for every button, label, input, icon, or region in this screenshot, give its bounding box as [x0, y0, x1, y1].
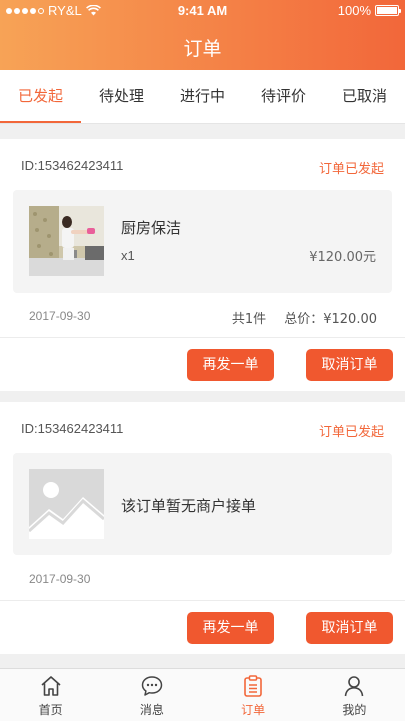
tabbar-label: 我的 [342, 703, 367, 717]
message-icon [141, 676, 163, 696]
divider [0, 600, 405, 601]
order-summary: 共1件 总价：¥120.00 [218, 308, 377, 327]
item-name: 厨房保洁 [121, 219, 182, 237]
header: RY&L 9:41 AM 100% 订单 [0, 0, 405, 70]
cleaning-photo [29, 206, 104, 276]
total-price: 总价：¥120.00 [284, 312, 377, 327]
clipboard-icon [244, 675, 262, 697]
tabbar-item-home[interactable]: 首页 [0, 669, 101, 721]
tab-in-progress[interactable]: 进行中 [162, 70, 243, 123]
image-placeholder-icon [29, 469, 104, 539]
item-price: ¥120.00元 [309, 250, 376, 265]
tabbar-item-messages[interactable]: 消息 [101, 669, 202, 721]
order-status: 订单已发起 [318, 162, 384, 177]
order-card: ID:153462423411 订单已发起 厨房保洁 x1 ¥120.00元 2… [0, 139, 405, 391]
order-card: ID:153462423411 订单已发起 该订单暂无商户接单 2017-09-… [0, 402, 405, 654]
status-bar: RY&L 9:41 AM 100% [0, 0, 405, 22]
order-status: 订单已发起 [318, 425, 384, 440]
item-quantity: x1 [121, 248, 135, 263]
bottom-tab-bar: 首页 消息 订单 我的 [0, 668, 405, 721]
cancel-order-button[interactable]: 取消订单 [306, 349, 393, 381]
order-date: 2017-09-30 [29, 309, 91, 323]
reorder-button[interactable]: 再发一单 [187, 612, 274, 644]
reorder-button[interactable]: 再发一单 [187, 349, 274, 381]
order-item[interactable]: 厨房保洁 x1 ¥120.00元 [13, 190, 392, 293]
tabbar-item-orders[interactable]: 订单 [203, 669, 304, 721]
order-date: 2017-09-30 [29, 572, 91, 586]
tab-to-review[interactable]: 待评价 [243, 70, 324, 123]
tab-pending[interactable]: 待处理 [81, 70, 162, 123]
battery-icon [375, 5, 401, 16]
tabbar-item-profile[interactable]: 我的 [304, 669, 405, 721]
item-count: 共1件 [231, 312, 267, 327]
no-merchant-notice: 该订单暂无商户接单 [121, 497, 257, 515]
order-item[interactable]: 该订单暂无商户接单 [13, 453, 392, 555]
battery-percent: 100% [337, 3, 371, 18]
order-id: ID:153462423411 [21, 158, 124, 173]
page-title: 订单 [183, 38, 222, 60]
tabbar-label: 首页 [38, 703, 63, 717]
order-id: ID:153462423411 [21, 421, 124, 436]
user-icon [345, 676, 364, 697]
tabbar-label: 订单 [241, 703, 266, 717]
tab-cancelled[interactable]: 已取消 [324, 70, 405, 123]
divider [0, 337, 405, 338]
order-tabs: 已发起 待处理 进行中 待评价 已取消 [0, 70, 405, 124]
home-icon [41, 676, 61, 696]
tabbar-label: 消息 [139, 703, 164, 717]
tab-initiated[interactable]: 已发起 [0, 70, 81, 123]
cancel-order-button[interactable]: 取消订单 [306, 612, 393, 644]
